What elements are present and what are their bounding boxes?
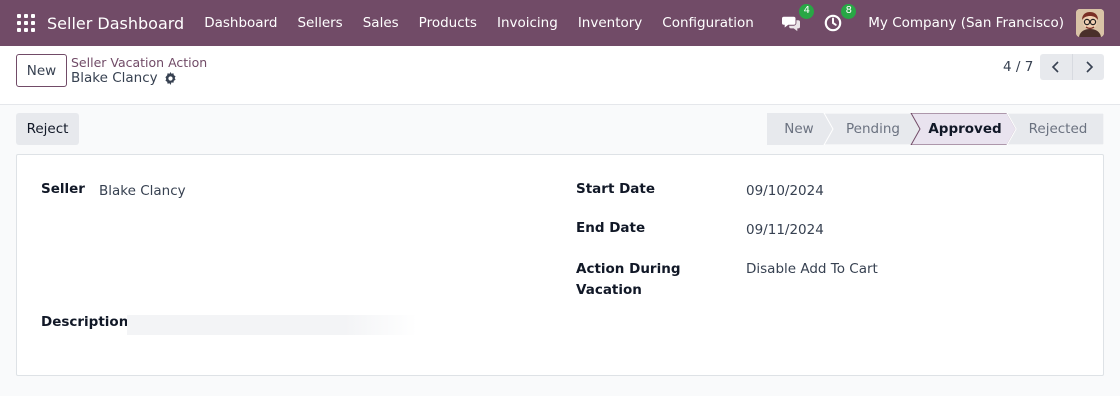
- reject-button[interactable]: Reject: [16, 113, 79, 145]
- user-avatar[interactable]: [1076, 9, 1104, 37]
- menu-item-inventory[interactable]: Inventory: [568, 15, 652, 31]
- menu-item-invoicing[interactable]: Invoicing: [487, 15, 568, 31]
- pager-previous-button[interactable]: [1040, 54, 1072, 80]
- menu-item-sales[interactable]: Sales: [353, 15, 409, 31]
- status-rejected[interactable]: Rejected: [1015, 113, 1101, 145]
- action-during-vacation-label: Action During Vacation: [576, 259, 681, 301]
- action-label-line2: Vacation: [576, 282, 642, 298]
- chat-bubbles-icon: [782, 16, 801, 32]
- pager-next-button[interactable]: [1072, 54, 1104, 80]
- menu-item-sellers[interactable]: Sellers: [287, 15, 352, 31]
- menu-item-configuration[interactable]: Configuration: [652, 15, 764, 31]
- seller-field[interactable]: Blake Clancy: [99, 183, 186, 199]
- apps-menu-icon[interactable]: [17, 14, 35, 32]
- messages-count-badge: 4: [799, 4, 815, 19]
- status-pending[interactable]: Pending: [831, 113, 915, 145]
- new-record-button[interactable]: New: [16, 54, 67, 87]
- menu-item-dashboard[interactable]: Dashboard: [194, 15, 287, 31]
- start-date-label: Start Date: [576, 181, 656, 197]
- description-label: Description: [41, 314, 129, 330]
- record-title: Blake Clancy: [71, 70, 158, 86]
- app-name[interactable]: Seller Dashboard: [47, 14, 184, 33]
- chevron-left-icon: [1051, 61, 1059, 73]
- status-bar: New Pending Approved Rejected: [767, 113, 1104, 145]
- clock-icon: [825, 14, 842, 32]
- gear-icon[interactable]: [164, 71, 177, 85]
- user-avatar-icon: [1076, 9, 1104, 37]
- activities-button[interactable]: 8: [822, 4, 857, 34]
- messages-button[interactable]: 4: [780, 4, 815, 34]
- status-approved[interactable]: Approved: [917, 113, 1013, 145]
- menu-item-products[interactable]: Products: [409, 15, 487, 31]
- breadcrumb-parent[interactable]: Seller Vacation Action: [71, 55, 207, 70]
- control-panel: New Seller Vacation Action Blake Clancy …: [0, 46, 1120, 105]
- chevron-right-icon: [1085, 61, 1093, 73]
- activities-count-badge: 8: [841, 4, 857, 19]
- company-switcher[interactable]: My Company (San Francisco): [868, 15, 1064, 31]
- form-sheet: Seller Blake Clancy Start Date 09/10/202…: [16, 154, 1104, 376]
- end-date-label: End Date: [576, 220, 646, 236]
- seller-label: Seller: [41, 181, 85, 197]
- status-new[interactable]: New: [767, 113, 831, 145]
- pager-value[interactable]: 4 / 7: [1003, 59, 1033, 75]
- top-navbar: Seller Dashboard Dashboard Sellers Sales…: [0, 0, 1120, 46]
- action-label-line1: Action During: [576, 261, 681, 277]
- start-date-field[interactable]: 09/10/2024: [746, 183, 824, 199]
- end-date-field[interactable]: 09/11/2024: [746, 222, 824, 238]
- main-menu: Dashboard Sellers Sales Products Invoici…: [194, 15, 764, 31]
- breadcrumb-current: Blake Clancy: [71, 70, 177, 86]
- action-during-vacation-field[interactable]: Disable Add To Cart: [746, 261, 878, 277]
- description-field[interactable]: [127, 315, 417, 335]
- navbar-systray: 4 8 My Company (San Francisco): [780, 0, 1104, 46]
